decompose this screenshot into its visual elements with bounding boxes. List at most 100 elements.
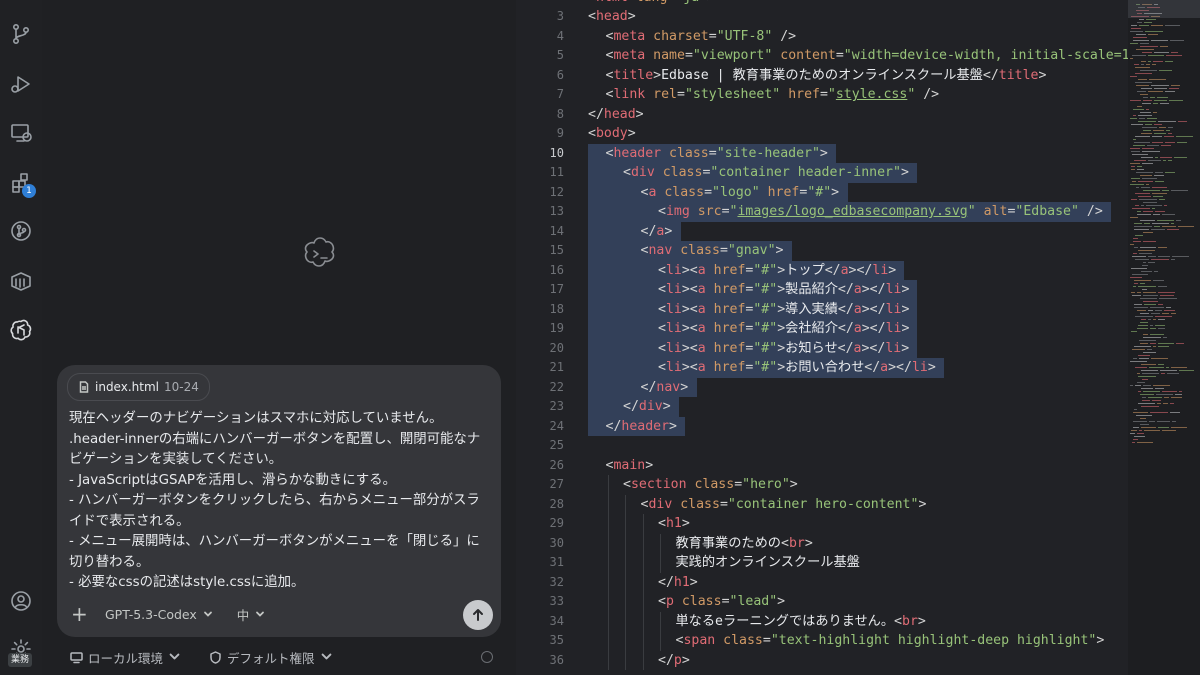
shield-icon bbox=[210, 651, 221, 664]
code-line[interactable]: <meta charset="UTF-8" /> bbox=[606, 27, 797, 47]
code-line[interactable]: </p> bbox=[658, 651, 690, 671]
minimap-line bbox=[1153, 130, 1164, 131]
source-control-icon[interactable] bbox=[6, 19, 36, 49]
code-token: > bbox=[653, 67, 662, 83]
code-line[interactable]: <link rel="stylesheet" href="style.css" … bbox=[606, 85, 940, 105]
minimap-line bbox=[1130, 244, 1134, 245]
code-token: href bbox=[788, 87, 820, 102]
run-debug-icon[interactable] bbox=[6, 69, 36, 99]
code-line[interactable]: <li><a href="#">導入実績</a></li> bbox=[658, 300, 909, 320]
permission-selector[interactable]: デフォルト権限 bbox=[209, 648, 333, 667]
code-line[interactable]: <title>Edbase | 教育事業のためのオンラインスクール基盤</tit… bbox=[606, 66, 1047, 86]
code-line[interactable]: <li><a href="#">お知らせ</a></li> bbox=[658, 339, 909, 359]
code-editor[interactable]: 3 4 5 6 7 8 9 10 11 12 13 14 15 16 17 18 19 20 21 22 23 24 25 2… bbox=[516, 0, 1128, 675]
effort-label: 中 bbox=[236, 607, 250, 623]
code-line[interactable]: <div class="container header-inner"> bbox=[623, 163, 909, 183]
code-line[interactable]: <p class="lead"> bbox=[658, 592, 785, 612]
minimap-line bbox=[1143, 97, 1148, 98]
extensions-icon[interactable]: 1 bbox=[6, 168, 36, 198]
code-line[interactable]: <li><a href="#">お問い合わせ</a></li> bbox=[658, 358, 936, 378]
minimap-line bbox=[1140, 283, 1145, 284]
environment-selector[interactable]: ローカル環境 bbox=[70, 648, 181, 667]
code-line[interactable]: <li><a href="#">会社紹介</a></li> bbox=[658, 319, 909, 339]
container-icon[interactable] bbox=[6, 266, 36, 296]
minimap-line bbox=[1142, 178, 1157, 179]
account-icon[interactable] bbox=[6, 586, 36, 616]
reasoning-effort-selector[interactable]: 中 bbox=[237, 605, 266, 624]
minimap-line bbox=[1137, 433, 1144, 434]
send-button[interactable] bbox=[463, 600, 493, 630]
minimap-line bbox=[1166, 367, 1169, 368]
prompt-composer[interactable]: index.html 10-24 現在ヘッダーのナビゲーションはスマホに対応して… bbox=[57, 365, 501, 637]
code-line[interactable]: <html lang="ja"> bbox=[588, 0, 715, 7]
openai-icon[interactable] bbox=[6, 315, 36, 345]
minimap-line bbox=[1170, 40, 1184, 41]
code-line[interactable]: </h1> bbox=[658, 573, 698, 593]
line-number: 23 bbox=[549, 399, 564, 413]
minimap-line bbox=[1149, 367, 1164, 368]
code-token: li bbox=[911, 360, 928, 375]
code-line[interactable]: <li><a href="#">トップ</a></li> bbox=[658, 261, 896, 281]
minimap-line bbox=[1136, 415, 1152, 416]
minimap-line bbox=[1153, 103, 1158, 104]
line-number: 36 bbox=[549, 652, 564, 667]
code-line[interactable]: </head> bbox=[588, 105, 644, 125]
minimap-line bbox=[1130, 43, 1138, 44]
git-graph-icon[interactable] bbox=[6, 216, 36, 246]
code-line[interactable]: <head> bbox=[588, 7, 636, 27]
code-line[interactable]: 教育事業のための<br> bbox=[676, 534, 813, 554]
code-token: "#" bbox=[807, 184, 832, 200]
code-line[interactable]: <h1> bbox=[658, 514, 690, 534]
code-token: >< bbox=[681, 321, 698, 336]
minimap-line bbox=[1155, 211, 1165, 212]
minimap-line bbox=[1139, 340, 1156, 341]
indent-guide bbox=[625, 533, 626, 553]
code-line[interactable]: 単なるeラーニングではありません。<br> bbox=[676, 612, 926, 632]
code-line[interactable]: <header class="site-header"> bbox=[606, 144, 828, 164]
code-token: header bbox=[621, 418, 670, 434]
code-line[interactable]: <div class="container hero-content"> bbox=[641, 495, 927, 515]
code-token: class bbox=[681, 594, 722, 609]
code-area[interactable]: <html lang="ja"><head><meta charset="UTF… bbox=[588, 0, 1128, 675]
minimap-line bbox=[1155, 181, 1164, 182]
code-line[interactable]: <main> bbox=[606, 456, 654, 476]
minimap-line bbox=[1143, 100, 1152, 101]
code-line[interactable]: </header> bbox=[606, 417, 677, 437]
code-line[interactable]: <span class="text-highlight highlight-de… bbox=[676, 631, 1105, 651]
minimap-viewport[interactable] bbox=[1128, 0, 1200, 18]
code-line[interactable]: <nav class="gnav"> bbox=[641, 241, 784, 261]
code-token: nav bbox=[648, 243, 673, 258]
code-token: img bbox=[665, 204, 690, 219]
codex-terminal-icon bbox=[300, 234, 340, 274]
code-line[interactable]: <section class="hero"> bbox=[623, 475, 798, 495]
code-token: > bbox=[775, 243, 784, 258]
code-token: > bbox=[664, 223, 673, 239]
minimap-line bbox=[1158, 346, 1169, 347]
add-attachment-button[interactable]: + bbox=[71, 602, 91, 626]
code-line[interactable]: </div> bbox=[623, 397, 671, 417]
code-line[interactable]: <li><a href="#">製品紹介</a></li> bbox=[658, 280, 909, 300]
code-token: li bbox=[872, 262, 889, 278]
context-file-chip[interactable]: index.html 10-24 bbox=[67, 373, 210, 401]
code-line[interactable]: <body> bbox=[588, 124, 636, 144]
minimap[interactable] bbox=[1128, 0, 1200, 675]
prompt-text[interactable]: 現在ヘッダーのナビゲーションはスマホに対応していません。 .header-inn… bbox=[69, 409, 485, 594]
code-token: "Edbase" bbox=[1015, 204, 1079, 219]
code-line[interactable]: <img src= "images/logo_edbasecompany.svg "… bbox=[658, 202, 1103, 222]
remote-explorer-icon[interactable] bbox=[6, 118, 36, 148]
minimap-line bbox=[1140, 424, 1149, 425]
code-line[interactable]: </nav> bbox=[641, 378, 689, 398]
arrow-up-icon bbox=[473, 609, 483, 621]
code-token: Edbase | 教育事業のためのオンラインスクール基盤 bbox=[661, 67, 983, 83]
code-token: content bbox=[780, 48, 836, 63]
indent-guide bbox=[607, 494, 609, 514]
model-selector[interactable]: GPT-5.3-Codex bbox=[105, 607, 213, 622]
code-line[interactable]: <a class="logo" href="#"> bbox=[641, 183, 840, 203]
code-line[interactable]: <meta name="viewport" content="width=dev… bbox=[606, 46, 1129, 66]
code-line[interactable]: 実践的オンラインスクール基盤 bbox=[676, 553, 860, 573]
code-line[interactable]: </a> bbox=[641, 222, 673, 242]
minimap-line bbox=[1153, 385, 1170, 386]
line-number: 27 bbox=[549, 477, 564, 491]
